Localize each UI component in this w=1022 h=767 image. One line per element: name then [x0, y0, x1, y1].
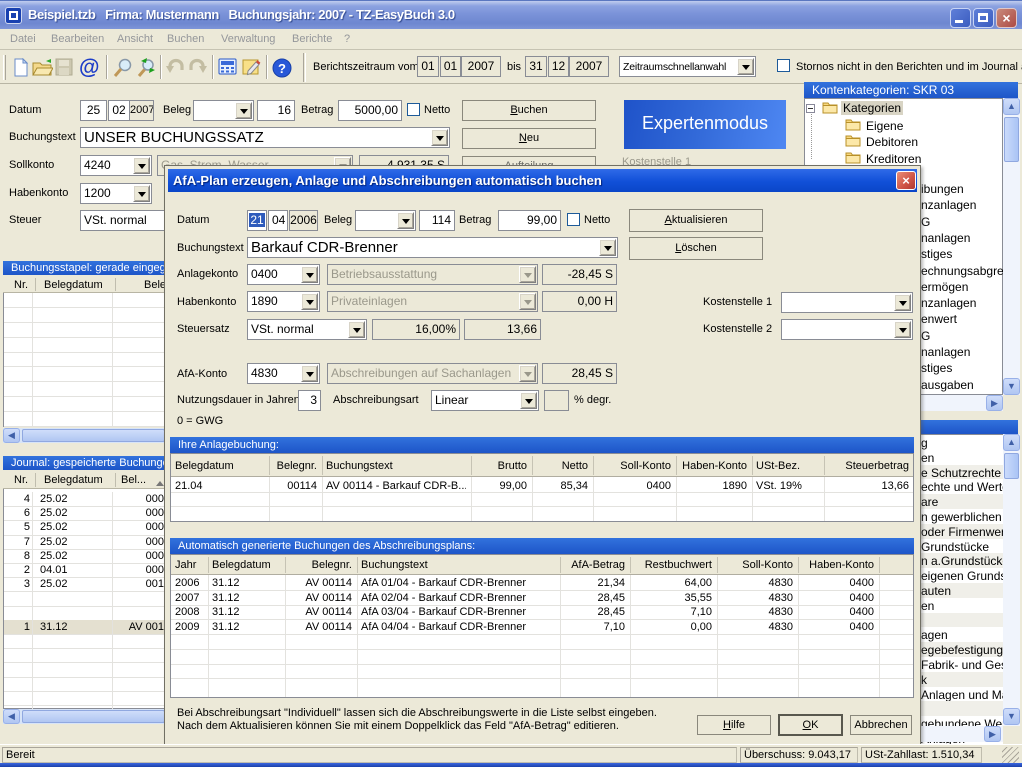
- svg-text:?: ?: [278, 61, 286, 76]
